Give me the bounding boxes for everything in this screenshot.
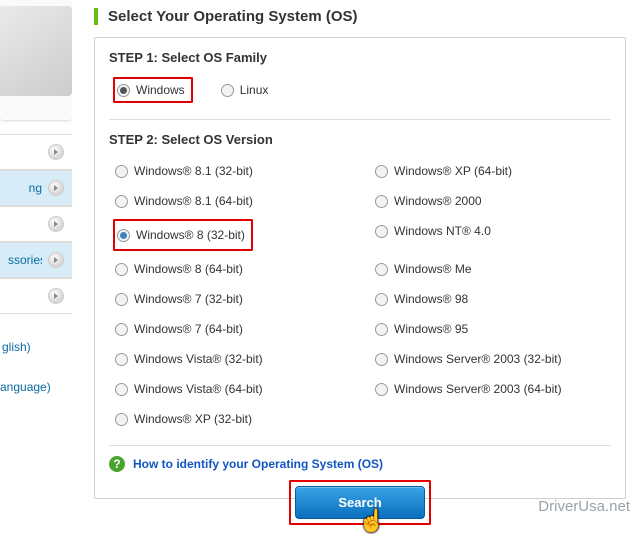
main-content: Select Your Operating System (OS) STEP 1… — [72, 0, 640, 521]
radio-label: Windows® 7 (64-bit) — [134, 322, 243, 336]
radio-label: Linux — [240, 83, 269, 97]
watermark: DriverUsa.net — [538, 498, 630, 515]
radio-os-version[interactable]: Windows® XP (64-bit) — [375, 159, 611, 183]
radio-icon — [115, 165, 128, 178]
sidebar-item[interactable]: ng — [0, 170, 72, 206]
radio-icon — [115, 323, 128, 336]
os-selection-panel: STEP 1: Select OS Family Windows Linux S… — [94, 37, 626, 499]
radio-label: Windows NT® 4.0 — [394, 224, 491, 238]
help-link[interactable]: How to identify your Operating System (O… — [133, 457, 383, 471]
radio-label: Windows® XP (64-bit) — [394, 164, 512, 178]
chevron-right-icon — [48, 252, 64, 268]
sidebar-item[interactable] — [0, 134, 72, 170]
help-icon: ? — [109, 456, 125, 472]
radio-label: Windows Server® 2003 (64-bit) — [394, 382, 562, 396]
radio-os-version[interactable]: Windows® 8 (64-bit) — [115, 257, 351, 281]
separator — [109, 119, 611, 120]
radio-icon — [117, 229, 130, 242]
radio-label: Windows® 8 (64-bit) — [134, 262, 243, 276]
chevron-right-icon — [48, 288, 64, 304]
sidebar-item-label: ssories — [8, 253, 42, 267]
chevron-right-icon — [48, 180, 64, 196]
radio-os-version[interactable]: Windows Vista® (64-bit) — [115, 377, 351, 401]
radio-os-version[interactable]: Windows Server® 2003 (32-bit) — [375, 347, 611, 371]
radio-os-version[interactable]: Windows Vista® (32-bit) — [115, 347, 351, 371]
radio-os-version[interactable]: Windows® 8.1 (32-bit) — [115, 159, 351, 183]
radio-label: Windows® Me — [394, 262, 472, 276]
radio-icon — [115, 413, 128, 426]
radio-icon — [115, 353, 128, 366]
radio-icon — [115, 293, 128, 306]
radio-os-version[interactable]: Windows® XP (32-bit) — [115, 407, 351, 431]
highlight-windows: Windows — [113, 77, 193, 103]
help-row: ? How to identify your Operating System … — [109, 445, 611, 474]
radio-icon — [115, 195, 128, 208]
os-version-grid: Windows® 8.1 (32-bit) Windows® XP (64-bi… — [109, 157, 611, 435]
radio-label: Windows — [136, 83, 185, 97]
radio-label: Windows® 8 (32-bit) — [136, 228, 245, 242]
chevron-right-icon — [48, 216, 64, 232]
radio-os-version[interactable]: Windows® 98 — [375, 287, 611, 311]
sidebar-item[interactable] — [0, 278, 72, 314]
radio-icon — [375, 263, 388, 276]
radio-os-version-selected[interactable]: Windows® 8 (32-bit) — [117, 223, 245, 247]
radio-label: Windows Server® 2003 (32-bit) — [394, 352, 562, 366]
highlight-win8: Windows® 8 (32-bit) — [113, 219, 253, 251]
radio-os-family-windows[interactable]: Windows — [117, 83, 185, 97]
sidebar-item-label: ng — [29, 181, 42, 195]
radio-os-version[interactable]: Windows® 95 — [375, 317, 611, 341]
radio-icon — [375, 225, 388, 238]
radio-os-version[interactable]: Windows NT® 4.0 — [375, 219, 611, 243]
radio-icon — [375, 165, 388, 178]
radio-os-version[interactable]: Windows Server® 2003 (64-bit) — [375, 377, 611, 401]
search-button[interactable]: Search — [295, 486, 424, 519]
radio-icon — [115, 383, 128, 396]
radio-label: Windows® 8.1 (32-bit) — [134, 164, 253, 178]
step2-label: STEP 2: Select OS Version — [109, 132, 611, 147]
radio-os-version[interactable]: Windows® 8.1 (64-bit) — [115, 189, 351, 213]
radio-label: Windows® 2000 — [394, 194, 482, 208]
radio-icon — [375, 195, 388, 208]
radio-icon — [375, 323, 388, 336]
radio-label: Windows® 7 (32-bit) — [134, 292, 243, 306]
radio-os-version[interactable]: Windows® Me — [375, 257, 611, 281]
radio-label: Windows® 8.1 (64-bit) — [134, 194, 253, 208]
radio-label: Windows Vista® (32-bit) — [134, 352, 263, 366]
os-family-group: Windows Linux — [109, 75, 611, 109]
radio-label: Windows® XP (32-bit) — [134, 412, 252, 426]
radio-label: Windows Vista® (64-bit) — [134, 382, 263, 396]
radio-label: Windows® 98 — [394, 292, 468, 306]
radio-icon — [221, 84, 234, 97]
radio-os-version[interactable]: Windows® 7 (64-bit) — [115, 317, 351, 341]
highlight-search: Search — [289, 480, 430, 525]
radio-os-version[interactable]: Windows® 7 (32-bit) — [115, 287, 351, 311]
chevron-right-icon — [48, 144, 64, 160]
radio-os-version[interactable]: Windows® 2000 — [375, 189, 611, 213]
left-sidebar: ng ssories glish) anguage) — [0, 0, 72, 521]
radio-icon — [115, 263, 128, 276]
sidebar-item[interactable]: ssories — [0, 242, 72, 278]
radio-icon — [375, 383, 388, 396]
radio-icon — [117, 84, 130, 97]
radio-label: Windows® 95 — [394, 322, 468, 336]
language-link-partial[interactable]: anguage) — [0, 380, 72, 394]
radio-icon — [375, 353, 388, 366]
language-text-partial: glish) — [0, 340, 72, 354]
step1-label: STEP 1: Select OS Family — [109, 50, 611, 65]
sidebar-item[interactable] — [0, 206, 72, 242]
product-image — [0, 0, 72, 120]
radio-os-family-linux[interactable]: Linux — [221, 83, 269, 97]
section-title: Select Your Operating System (OS) — [94, 8, 626, 25]
radio-icon — [375, 293, 388, 306]
